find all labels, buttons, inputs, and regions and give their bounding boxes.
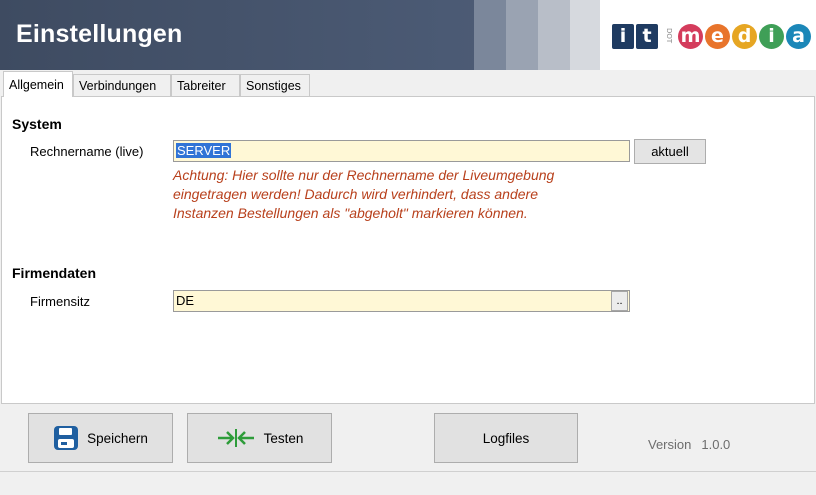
warning-line: eingetragen werden! Dadurch wird verhind… (173, 186, 538, 202)
section-company-heading: Firmendaten (12, 265, 97, 281)
browse-button[interactable]: .. (611, 291, 628, 311)
headquarters-label: Firmensitz (30, 294, 90, 309)
computer-name-input[interactable]: SERVER (173, 140, 630, 162)
computer-name-label: Rechnername (live) (30, 144, 144, 159)
header-stripe (538, 0, 570, 70)
computer-name-value: SERVER (176, 143, 232, 158)
tab-verbindungen[interactable]: Verbindungen (73, 74, 171, 96)
tab-tabreiter[interactable]: Tabreiter (171, 74, 240, 96)
page-title: Einstellungen (16, 20, 183, 48)
header-stripe (506, 0, 538, 70)
tab-sonstiges[interactable]: Sonstiges (240, 74, 310, 96)
logo-letter-i: i (612, 23, 634, 49)
save-label: Speichern (87, 430, 148, 446)
header-stripe (570, 0, 602, 70)
arrows-converge-icon (216, 427, 256, 449)
logfiles-button[interactable]: Logfiles (434, 413, 578, 463)
tab-allgemein[interactable]: Allgemein (3, 71, 73, 97)
header-stripe (474, 0, 506, 70)
logo-letter-i2: i (759, 23, 784, 49)
version-info: Version 1.0.0 (648, 437, 730, 452)
test-button[interactable]: Testen (187, 413, 332, 463)
logo-dot-text: DOT (665, 28, 673, 44)
floppy-disk-icon (53, 425, 79, 451)
save-button[interactable]: Speichern (28, 413, 173, 463)
test-label: Testen (263, 430, 304, 446)
warning-text: Achtung: Hier sollte nur der Rechnername… (173, 166, 554, 223)
logo-letter-e: e (705, 23, 730, 49)
section-system-heading: System (12, 116, 62, 132)
warning-line: Achtung: Hier sollte nur der Rechnername… (173, 167, 555, 183)
version-label: Version (648, 437, 692, 452)
headquarters-value: DE (176, 293, 195, 308)
logo-letter-t: t (636, 23, 658, 49)
logo-letter-m: m (678, 23, 703, 49)
warning-line: Instanzen Bestellungen als "abgeholt" ma… (173, 205, 528, 221)
logo-letter-d: d (732, 23, 757, 49)
version-value: 1.0.0 (701, 437, 731, 452)
status-bar (0, 471, 816, 495)
settings-tabs: Allgemein Verbindungen Tabreiter Sonstig… (0, 71, 816, 97)
app-header: Einstellungen i t DOT m e d i a (0, 0, 816, 70)
current-button[interactable]: aktuell (634, 139, 706, 164)
headquarters-input[interactable]: DE (173, 290, 630, 312)
itdotmedia-logo: i t DOT m e d i a (612, 22, 813, 50)
logo-letter-a: a (786, 23, 811, 49)
